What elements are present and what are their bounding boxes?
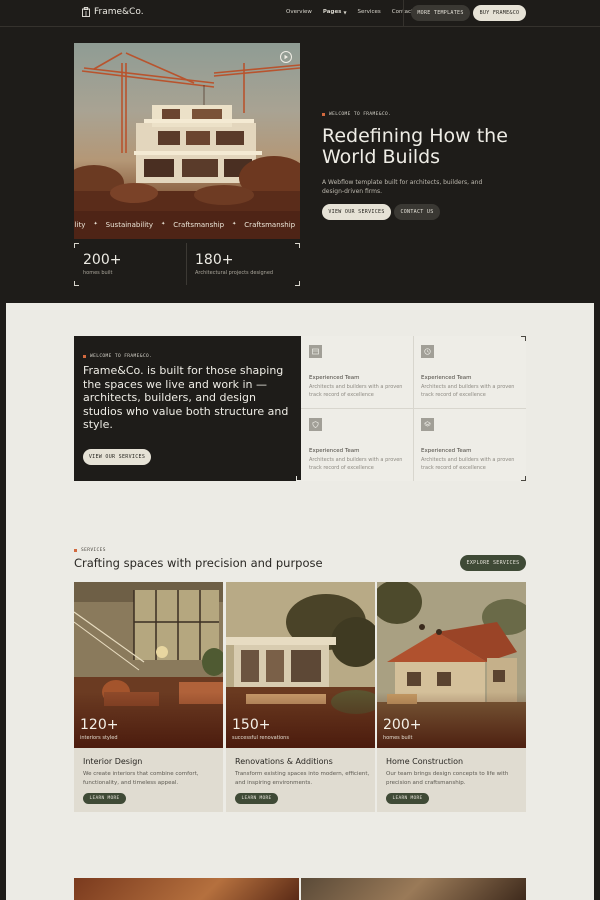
project-image: [301, 878, 526, 900]
play-icon: [284, 54, 288, 60]
explore-services-button[interactable]: EXPLORE SERVICES: [460, 555, 526, 571]
hero-eyebrow: WELCOME TO FRAME&CO.: [322, 112, 391, 117]
card-stat-label: homes built: [383, 735, 413, 741]
card-desc: Transform existing spaces into modern, e…: [235, 771, 370, 786]
about-eyebrow-text: WELCOME TO FRAME&CO.: [90, 354, 153, 359]
feature-desc: Architects and builders with a proven tr…: [421, 457, 515, 471]
feature-title: Experienced Team: [421, 448, 472, 454]
top-nav: Frame&Co. Overview Pages▼ Services Conta…: [0, 0, 600, 27]
card-desc: Our team brings design concepts to life …: [386, 771, 509, 786]
stat-projects: 180+ Architectural projects designed: [186, 243, 300, 285]
nav-link-services[interactable]: Services: [358, 9, 381, 15]
construction-scene: [74, 52, 300, 239]
corner-mark: [74, 281, 79, 286]
feature-title: Experienced Team: [309, 448, 360, 454]
accent-square-icon: [322, 113, 325, 116]
nav-link-pages[interactable]: Pages ▼: [323, 9, 347, 15]
ticker-strip: ability✦ Sustainability✦ Craftsmanship✦ …: [74, 219, 300, 233]
hero-subtitle: A Webflow template built for architects,…: [322, 179, 483, 195]
card-title: Renovations & Additions: [235, 757, 333, 766]
stat-label: Architectural projects designed: [195, 270, 274, 276]
corner-mark: [74, 243, 79, 248]
card-title: Interior Design: [83, 757, 143, 766]
feature-desc: Architects and builders with a proven tr…: [309, 384, 403, 398]
nav-link-pages-label: Pages: [322, 9, 342, 15]
stat-label: homes built: [83, 270, 113, 276]
feature-title: Experienced Team: [309, 375, 360, 381]
feature-title: Experienced Team: [421, 375, 472, 381]
grid-divider: [301, 408, 526, 409]
nav-divider: [403, 0, 404, 27]
card-stat-label: interiors styled: [80, 735, 118, 741]
contact-button[interactable]: CONTACT US: [394, 204, 440, 220]
corner-mark: [521, 336, 526, 341]
building-icon: [82, 7, 90, 17]
card-stat-value: 200+: [383, 717, 422, 733]
star-icon: ✦: [161, 221, 166, 227]
hero-title: Redefining How the World Builds: [322, 125, 508, 168]
corner-mark: [296, 476, 301, 481]
brand-logo[interactable]: Frame&Co.: [82, 7, 144, 17]
hero-image: [74, 43, 300, 239]
card-desc: We create interiors that combine comfort…: [83, 771, 199, 786]
team-icon: [309, 345, 322, 358]
about-text: Frame&Co. is built for those shaping the…: [83, 364, 289, 431]
corner-mark: [295, 243, 300, 248]
stat-homes: 200+ homes built: [74, 243, 186, 285]
card-stat-label: successful renovations: [232, 735, 289, 741]
services-eyebrow: SERVICES: [74, 548, 106, 553]
learn-more-button[interactable]: LEARN MORE: [83, 793, 126, 804]
project-image: [74, 878, 299, 900]
stat-divider: [186, 243, 187, 285]
chevron-down-icon: ▼: [343, 9, 347, 15]
corner-mark: [295, 281, 300, 286]
view-services-button[interactable]: VIEW OUR SERVICES: [322, 204, 391, 220]
about-view-services-button[interactable]: VIEW OUR SERVICES: [83, 449, 151, 465]
about-eyebrow: WELCOME TO FRAME&CO.: [83, 354, 152, 359]
stat-value: 180+: [195, 252, 234, 268]
service-card-interior[interactable]: 120+ interiors styled Interior Design We…: [74, 582, 223, 812]
buy-button[interactable]: BUY FRAME&CO: [473, 5, 526, 21]
service-card-renovations[interactable]: 150+ successful renovations Renovations …: [226, 582, 375, 812]
stat-value: 200+: [83, 252, 122, 268]
shield-icon: [309, 418, 322, 431]
ticker-item: Craftsmanship: [173, 221, 225, 229]
learn-more-button[interactable]: LEARN MORE: [386, 793, 429, 804]
play-button[interactable]: [280, 51, 292, 63]
ticker-item: ability: [74, 221, 86, 229]
more-templates-button[interactable]: MORE TEMPLATES: [411, 5, 470, 21]
services-title: Crafting spaces with precision and purpo…: [74, 556, 323, 570]
star-icon: ✦: [232, 221, 237, 227]
ticker-item: Sustainability: [105, 221, 154, 229]
service-card-construction[interactable]: 200+ homes built Home Construction Our t…: [377, 582, 526, 812]
feature-desc: Architects and builders with a proven tr…: [309, 457, 403, 471]
hero-eyebrow-text: WELCOME TO FRAME&CO.: [329, 112, 392, 117]
corner-mark: [521, 476, 526, 481]
brand-name: Frame&Co.: [94, 7, 144, 17]
card-stat-value: 150+: [232, 717, 271, 733]
accent-square-icon: [74, 549, 77, 552]
star-icon: ✦: [93, 221, 98, 227]
learn-more-button[interactable]: LEARN MORE: [235, 793, 278, 804]
services-eyebrow-text: SERVICES: [81, 548, 106, 553]
feature-desc: Architects and builders with a proven tr…: [421, 384, 515, 398]
accent-square-icon: [83, 355, 86, 358]
clock-icon: [421, 345, 434, 358]
layers-icon: [421, 418, 434, 431]
ticker-item: Craftsmanship: [244, 221, 296, 229]
card-stat-value: 120+: [80, 717, 119, 733]
nav-link-overview[interactable]: Overview: [286, 9, 312, 15]
card-title: Home Construction: [386, 757, 464, 766]
hero-stats: 200+ homes built 180+ Architectural proj…: [74, 243, 300, 285]
